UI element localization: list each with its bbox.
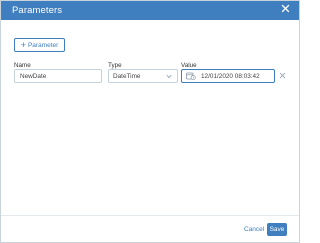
- plus-icon: +: [20, 40, 26, 50]
- close-icon[interactable]: [281, 4, 290, 13]
- parameter-value-text: 12/01/2020 08:03:42: [201, 72, 260, 80]
- remove-parameter-icon[interactable]: [279, 72, 286, 81]
- parameters-dialog: Parameters + Parameter Name Type Value N…: [0, 0, 300, 243]
- parameter-name-value: NewDate: [20, 72, 47, 80]
- parameter-name-input[interactable]: NewDate: [14, 69, 102, 83]
- save-label: Save: [269, 226, 285, 233]
- type-column-header: Type: [108, 62, 122, 69]
- dialog-title: Parameters: [12, 5, 63, 16]
- add-parameter-button[interactable]: + Parameter: [14, 38, 65, 52]
- name-column-header: Name: [14, 62, 31, 69]
- cancel-button[interactable]: Cancel: [244, 226, 264, 233]
- parameter-value-input[interactable]: 12/01/2020 08:03:42: [181, 69, 275, 83]
- save-button[interactable]: Save: [267, 223, 287, 236]
- parameter-type-value: DateTime: [113, 72, 141, 80]
- chevron-down-icon: [166, 74, 172, 81]
- footer-divider: [1, 215, 299, 216]
- calendar-icon[interactable]: [186, 72, 196, 80]
- dialog-titlebar: Parameters: [1, 1, 299, 20]
- value-column-header: Value: [181, 62, 197, 69]
- parameter-type-select[interactable]: DateTime: [108, 69, 178, 83]
- add-parameter-label: Parameter: [27, 41, 59, 49]
